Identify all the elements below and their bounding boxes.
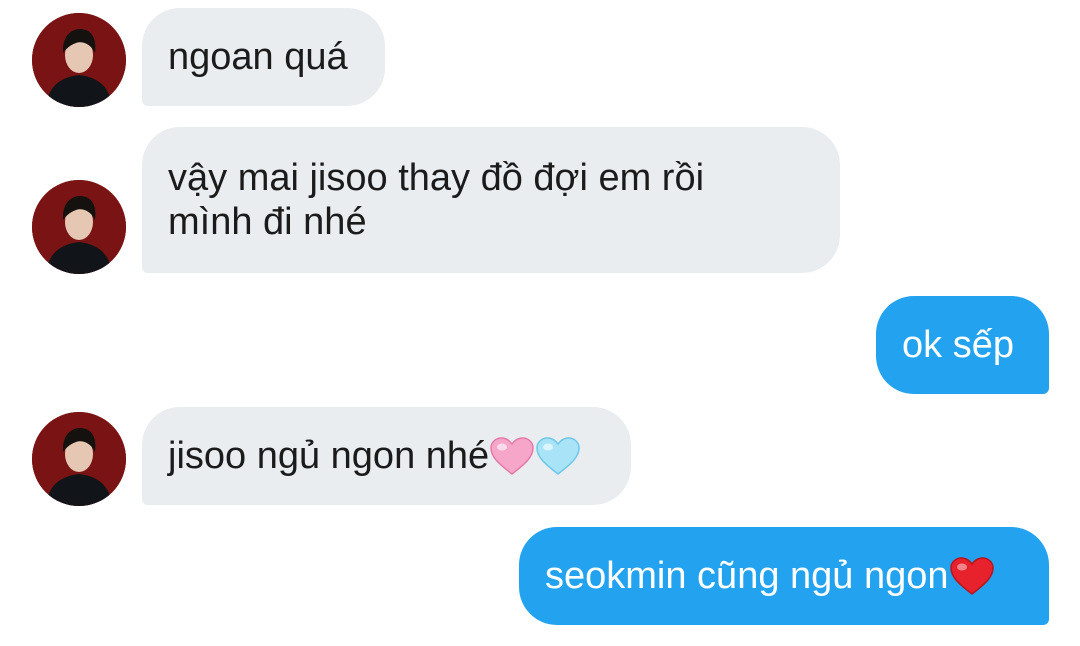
avatar-image bbox=[32, 180, 126, 274]
red-heart-emoji bbox=[949, 557, 994, 595]
message-text: ngoan quá bbox=[168, 36, 348, 78]
avatar-image bbox=[32, 13, 126, 107]
message-bubble-outgoing[interactable]: seokmin cũng ngủ ngon bbox=[519, 527, 1049, 625]
avatar-image bbox=[32, 412, 126, 506]
message-bubble-outgoing[interactable]: ok sếp bbox=[876, 296, 1049, 394]
contact-avatar[interactable] bbox=[32, 13, 126, 107]
contact-avatar[interactable] bbox=[32, 412, 126, 506]
light-blue-heart-emoji bbox=[536, 437, 580, 475]
message-text: seokmin cũng ngủ ngon bbox=[545, 555, 949, 597]
message-text: jisoo ngủ ngon nhé bbox=[168, 435, 490, 477]
message-text: vậy mai jisoo thay đồ đợi em rồi mình đi… bbox=[168, 157, 705, 243]
message-text: ok sếp bbox=[902, 324, 1014, 366]
message-bubble-incoming[interactable]: ngoan quá bbox=[142, 8, 385, 106]
pink-heart-emoji bbox=[490, 437, 534, 475]
contact-avatar[interactable] bbox=[32, 180, 126, 274]
message-bubble-incoming[interactable]: jisoo ngủ ngon nhé bbox=[142, 407, 631, 505]
message-bubble-incoming[interactable]: vậy mai jisoo thay đồ đợi em rồi mình đi… bbox=[142, 127, 840, 273]
